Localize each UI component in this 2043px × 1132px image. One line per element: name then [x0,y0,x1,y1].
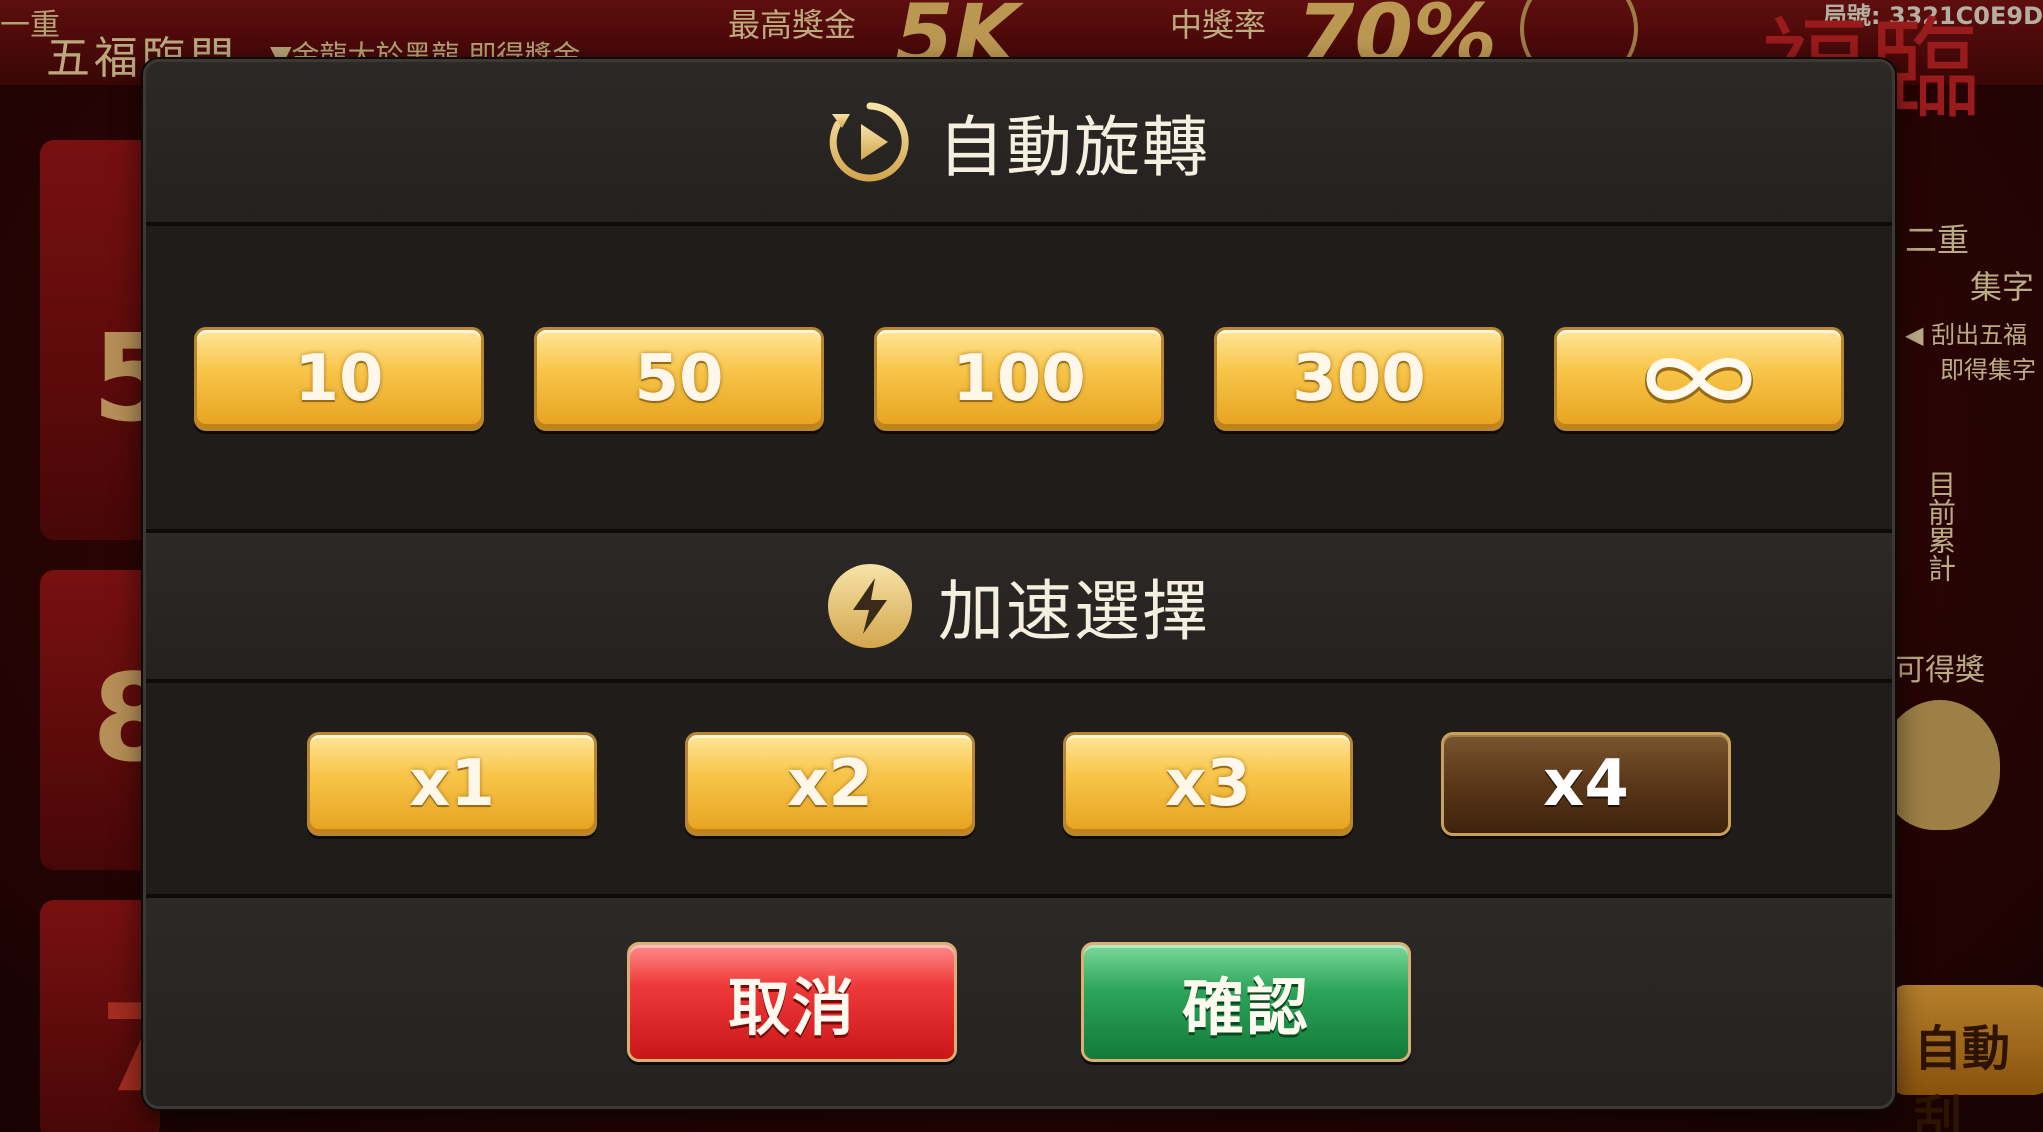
speed-x1-button[interactable]: x1 [307,732,597,836]
speed-x4-button[interactable]: x4 [1441,732,1731,836]
speed-x3-button[interactable]: x3 [1063,732,1353,836]
speed-title: 加速選擇 [938,573,1210,650]
spin-count-50-button[interactable]: 50 [534,327,824,431]
spin-count-infinite-button[interactable] [1554,327,1844,431]
action-buttons: 取消 確認 [146,942,1892,1062]
speed-options: x1 x2 x3 x4 [146,732,1892,836]
spin-count-100-button[interactable]: 100 [874,327,1164,431]
spin-count-10-button[interactable]: 10 [194,327,484,431]
speed-x2-button[interactable]: x2 [685,732,975,836]
confirm-button[interactable]: 確認 [1081,942,1411,1062]
auto-spin-title: 自動旋轉 [938,109,1210,186]
auto-spin-dialog: 自動旋轉 10 50 100 300 加速選擇 x1 x2 x3 x4 取消 確… [143,59,1895,1109]
lightning-bolt-icon [828,564,912,648]
spin-count-options: 10 50 100 300 [146,327,1892,431]
speed-header: 加速選擇 [146,529,1892,683]
infinity-icon [1644,358,1754,404]
auto-spin-header: 自動旋轉 [146,62,1892,226]
cancel-button[interactable]: 取消 [627,942,957,1062]
play-circle-icon [828,100,912,184]
spin-count-300-button[interactable]: 300 [1214,327,1504,431]
